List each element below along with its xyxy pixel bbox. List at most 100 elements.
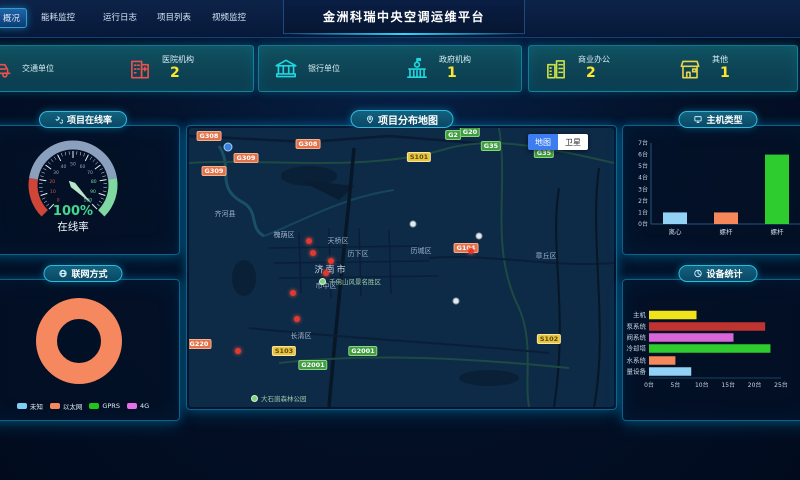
legend-swatch <box>50 403 60 409</box>
nav-tab-5[interactable]: 视频监控 <box>206 8 252 26</box>
legend-item-以太网[interactable]: 以太网 <box>50 401 83 411</box>
poi-label: 大石崮森林公园 <box>261 393 307 403</box>
svg-text:水系统: 水系统 <box>627 356 647 365</box>
road-badge-G308: G308 <box>296 139 321 149</box>
map-label-city: 济南市 <box>314 263 347 276</box>
svg-text:螺杆: 螺杆 <box>771 227 785 236</box>
map-label-槐荫区: 槐荫区 <box>274 230 295 240</box>
poi-dot-1 <box>410 221 417 228</box>
map-poi-大石崮森林公园: 大石崮森林公园 <box>251 393 307 403</box>
svg-text:5台: 5台 <box>670 381 680 389</box>
stat-value: 1 <box>712 65 730 83</box>
host-icon <box>693 115 702 124</box>
panel-title: 项目分布地图 <box>378 112 438 127</box>
device-stats-bar-chart: 0台5台10台15台20台25台主机泵系统阀系统冷却塔水系统量设备 <box>623 280 800 420</box>
svg-text:50: 50 <box>70 162 76 168</box>
stat-text: 政府机构1 <box>439 55 471 83</box>
project-marker-4[interactable] <box>290 290 296 296</box>
stat-text: 其他1 <box>712 55 730 83</box>
svg-text:0台: 0台 <box>638 220 648 228</box>
legend-swatch <box>17 403 27 409</box>
legend-label: 4G <box>140 402 149 410</box>
panel-title: 主机类型 <box>706 113 742 126</box>
stat-card-2: 银行单位 政府机构1 <box>258 45 522 92</box>
hospital-icon <box>127 56 153 82</box>
stat-text: 商业办公2 <box>578 55 610 83</box>
svg-text:10台: 10台 <box>695 381 709 389</box>
nav-tab-3[interactable]: 运行日志 <box>97 8 143 26</box>
panel-host-type: 主机类型 0台1台2台3台4台5台6台7台离心螺杆螺杆 <box>622 125 800 255</box>
road-badge-G104: G104 <box>454 243 479 253</box>
project-marker-2[interactable] <box>323 270 329 276</box>
svg-text:3台: 3台 <box>638 185 648 193</box>
network-type-donut <box>0 280 179 420</box>
road-badge-G2001: G2001 <box>298 360 327 370</box>
svg-text:冷却塔: 冷却塔 <box>627 344 647 353</box>
stat-item-医院机构: 医院机构2 <box>113 46 253 91</box>
stat-label: 其他 <box>712 55 730 65</box>
svg-text:5台: 5台 <box>638 162 648 170</box>
map-canvas[interactable]: G308G308G309G309G104G220G2G20G35G35G2001… <box>189 128 614 407</box>
nav-tab-4[interactable]: 项目列表 <box>151 8 197 26</box>
project-marker-8[interactable] <box>294 316 300 322</box>
gauge-value: 100% <box>53 204 93 219</box>
stat-label: 商业办公 <box>578 55 610 65</box>
svg-text:15台: 15台 <box>721 381 735 389</box>
project-marker-1[interactable] <box>310 250 316 256</box>
satellite-mode-button[interactable]: 卫星 <box>558 134 588 150</box>
stat-value: 2 <box>578 65 610 83</box>
legend-item-GPRS[interactable]: GPRS <box>89 402 120 410</box>
panel-title: 设备统计 <box>706 267 742 280</box>
stat-value: 1 <box>439 65 471 83</box>
svg-text:80: 80 <box>91 179 97 185</box>
svg-text:2台: 2台 <box>638 197 648 205</box>
stat-item-银行单位: 银行单位 <box>259 46 390 91</box>
legend-item-未知[interactable]: 未知 <box>17 401 43 411</box>
stat-label: 银行单位 <box>308 64 340 74</box>
panel-online-rate: 项目在线率 0102030405060708090100100% 在线率 <box>0 125 180 255</box>
stat-label: 医院机构 <box>162 55 194 65</box>
svg-text:70: 70 <box>87 170 93 176</box>
svg-text:25台: 25台 <box>774 381 788 389</box>
stat-card-3: 商业办公2 其他1 <box>528 45 798 92</box>
project-marker-3[interactable] <box>328 258 334 264</box>
svg-text:30: 30 <box>53 170 59 176</box>
map-label-历下区: 历下区 <box>348 249 369 259</box>
project-marker-6[interactable] <box>306 238 312 244</box>
panel-network-type: 联网方式 未知以太网GPRS4G <box>0 279 180 421</box>
map-label-齐河县: 齐河县 <box>215 209 236 219</box>
svg-text:20: 20 <box>49 179 55 185</box>
pie-chart-icon <box>693 269 702 278</box>
nav-tab-2[interactable]: 能耗监控 <box>35 8 81 26</box>
poi-marker-icon <box>319 278 326 285</box>
legend-swatch <box>127 403 137 409</box>
svg-text:40: 40 <box>61 164 67 170</box>
svg-text:60: 60 <box>80 164 86 170</box>
map-type-switch: 地图 卫星 <box>528 134 588 150</box>
top-nav: 概况能耗监控运行日志项目列表视频监控 金洲科瑞中央空调运维平台 <box>0 0 800 38</box>
svg-text:螺杆: 螺杆 <box>720 227 734 236</box>
gauge-label: 在线率 <box>57 220 89 233</box>
legend-label: GPRS <box>102 402 120 410</box>
project-marker-7[interactable] <box>468 248 474 254</box>
road-badge-G2: G2 <box>445 130 461 140</box>
map-pin-icon <box>365 115 374 124</box>
project-marker-5[interactable] <box>235 348 241 354</box>
svg-text:阀系统: 阀系统 <box>627 333 647 342</box>
car-icon <box>0 56 13 82</box>
svg-text:20台: 20台 <box>748 381 762 389</box>
network-type-legend: 未知以太网 GPRS 4G <box>0 401 179 411</box>
online-rate-gauge: 0102030405060708090100100% 在线率 <box>0 126 179 254</box>
nav-tab-1[interactable]: 概况 <box>0 8 27 28</box>
road-badge-S103: S103 <box>272 346 296 356</box>
road-badge-G35: G35 <box>481 141 501 151</box>
panel-project-map-header: 项目分布地图 <box>350 110 453 128</box>
panel-title: 项目在线率 <box>67 113 112 126</box>
svg-text:90: 90 <box>90 189 96 195</box>
map-mode-button[interactable]: 地图 <box>528 134 558 150</box>
map-label-章丘区: 章丘区 <box>536 251 557 261</box>
map-label-历城区: 历城区 <box>411 246 432 256</box>
legend-item-4G[interactable]: 4G <box>127 402 149 410</box>
svg-text:0台: 0台 <box>644 381 654 389</box>
page-title: 金洲科瑞中央空调运维平台 <box>323 8 485 25</box>
